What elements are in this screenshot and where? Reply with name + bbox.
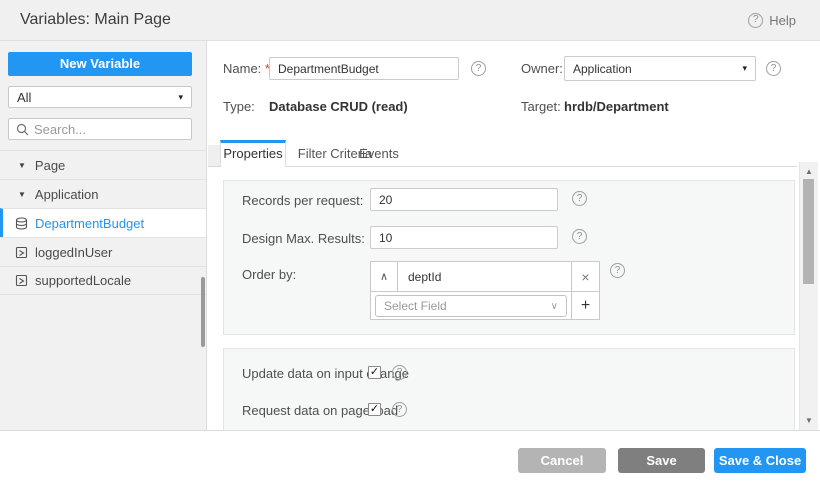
design-max-results-input[interactable] (370, 226, 558, 249)
plus-icon: + (580, 297, 591, 314)
variable-icon (14, 274, 28, 288)
update-data-checkbox[interactable]: ✓ (368, 366, 381, 379)
scroll-up-arrow-icon[interactable]: ▲ (800, 167, 818, 176)
help-link[interactable]: ? Help (748, 0, 796, 40)
chevron-down-icon: ∨ (550, 300, 558, 312)
tree-group-label: Application (34, 186, 99, 202)
properties-panel: Records per request: ? Design Max. Resul… (208, 168, 797, 430)
tree-item-label: loggedInUser (35, 244, 113, 260)
sidebar: New Variable All ▾ ▼ Page ▼ Application (0, 41, 210, 430)
name-help-icon[interactable]: ? (471, 61, 486, 76)
help-icon: ? (748, 12, 764, 28)
type-label: Type: (223, 99, 255, 114)
new-variable-button[interactable]: New Variable (8, 52, 192, 76)
variable-tree: ▼ Page ▼ Application DepartmentBudget lo… (0, 150, 206, 295)
sort-direction-button[interactable]: ∧ (371, 262, 398, 291)
tree-item-label: DepartmentBudget (35, 215, 145, 231)
query-settings-group: Records per request: ? Design Max. Resul… (223, 180, 795, 335)
select-field-dropdown[interactable]: Select Field ∨ (375, 295, 567, 317)
chevron-down-icon: ▾ (742, 63, 747, 73)
request-data-help-icon[interactable]: ? (392, 402, 407, 417)
order-by-help-icon[interactable]: ? (610, 263, 625, 278)
owner-value: Application (573, 61, 632, 76)
owner-help-icon[interactable]: ? (766, 61, 781, 76)
variable-icon (14, 245, 28, 259)
main-scrollbar[interactable]: ▲ ▼ (799, 162, 818, 430)
search-input[interactable] (34, 121, 210, 137)
add-field-row: Select Field ∨ + (371, 291, 599, 320)
name-label: Name: * (223, 61, 270, 76)
target-value: hrdb/Department (564, 99, 669, 114)
tree-group-label: Page (34, 157, 66, 173)
behavior-settings-group: Update data on input change ✓ ? Request … (223, 348, 795, 430)
tab-bar-notch (208, 145, 220, 166)
tree-group-application[interactable]: ▼ Application (0, 179, 206, 208)
select-field-placeholder: Select Field (384, 299, 447, 313)
type-value: Database CRUD (read) (269, 99, 408, 114)
tree-group-page[interactable]: ▼ Page (0, 150, 206, 179)
search-box (8, 118, 210, 140)
chevron-down-icon: ▾ (178, 91, 183, 102)
update-data-help-icon[interactable]: ? (392, 365, 407, 380)
target-label: Target: (521, 99, 561, 114)
request-data-checkbox[interactable]: ✓ (368, 403, 381, 416)
name-input[interactable] (269, 57, 459, 80)
order-by-field[interactable]: deptId (398, 262, 571, 291)
expand-arrow-icon: ▼ (18, 160, 26, 170)
tab-properties[interactable]: Properties (220, 140, 286, 167)
select-field-cell: Select Field ∨ (371, 292, 571, 320)
search-icon (15, 122, 29, 136)
sidebar-scrollbar-thumb[interactable] (201, 277, 205, 347)
help-label: Help (769, 12, 796, 28)
database-variable-icon (14, 216, 28, 230)
records-help-icon[interactable]: ? (572, 191, 587, 206)
save-button[interactable]: Save (618, 448, 705, 473)
order-by-control: ∧ deptId × Select Field ∨ + (370, 261, 600, 320)
records-per-request-label: Records per request: (242, 193, 364, 208)
design-max-results-label: Design Max. Results: (242, 231, 365, 246)
expand-arrow-icon: ▼ (18, 189, 26, 199)
cancel-button[interactable]: Cancel (518, 448, 606, 473)
order-by-label: Order by: (242, 267, 297, 282)
dialog-footer: Cancel Save Save & Close (0, 430, 820, 488)
design-help-icon[interactable]: ? (572, 229, 587, 244)
tree-item-supportedlocale[interactable]: supportedLocale (0, 266, 206, 295)
save-and-close-button[interactable]: Save & Close (714, 448, 806, 473)
tree-item-departmentbudget[interactable]: DepartmentBudget (0, 208, 206, 237)
tree-item-loggedinuser[interactable]: loggedInUser (0, 237, 206, 266)
variable-filter-select[interactable]: All ▾ (8, 86, 192, 108)
scrollbar-thumb[interactable] (803, 179, 814, 284)
scroll-down-arrow-icon[interactable]: ▼ (800, 416, 818, 425)
update-data-label: Update data on input change (242, 366, 409, 381)
close-icon: × (581, 268, 590, 285)
owner-select[interactable]: Application ▾ (564, 56, 756, 81)
variable-filter-value: All (17, 89, 32, 105)
add-field-button[interactable]: + (571, 292, 599, 320)
records-per-request-input[interactable] (370, 188, 558, 211)
tree-item-label: supportedLocale (35, 273, 132, 288)
remove-field-button[interactable]: × (571, 262, 599, 291)
variables-dialog: Variables: Main Page ? Help New Variable… (0, 0, 820, 488)
dialog-header: Variables: Main Page ? Help (0, 0, 820, 41)
variable-detail-pane: Name: * ? Owner: * Application ▾ ? Type:… (208, 41, 820, 430)
caret-up-icon: ∧ (379, 271, 389, 283)
page-title: Variables: Main Page (20, 11, 171, 28)
tab-events[interactable]: Events (356, 140, 402, 167)
order-by-row: ∧ deptId × (371, 262, 599, 291)
